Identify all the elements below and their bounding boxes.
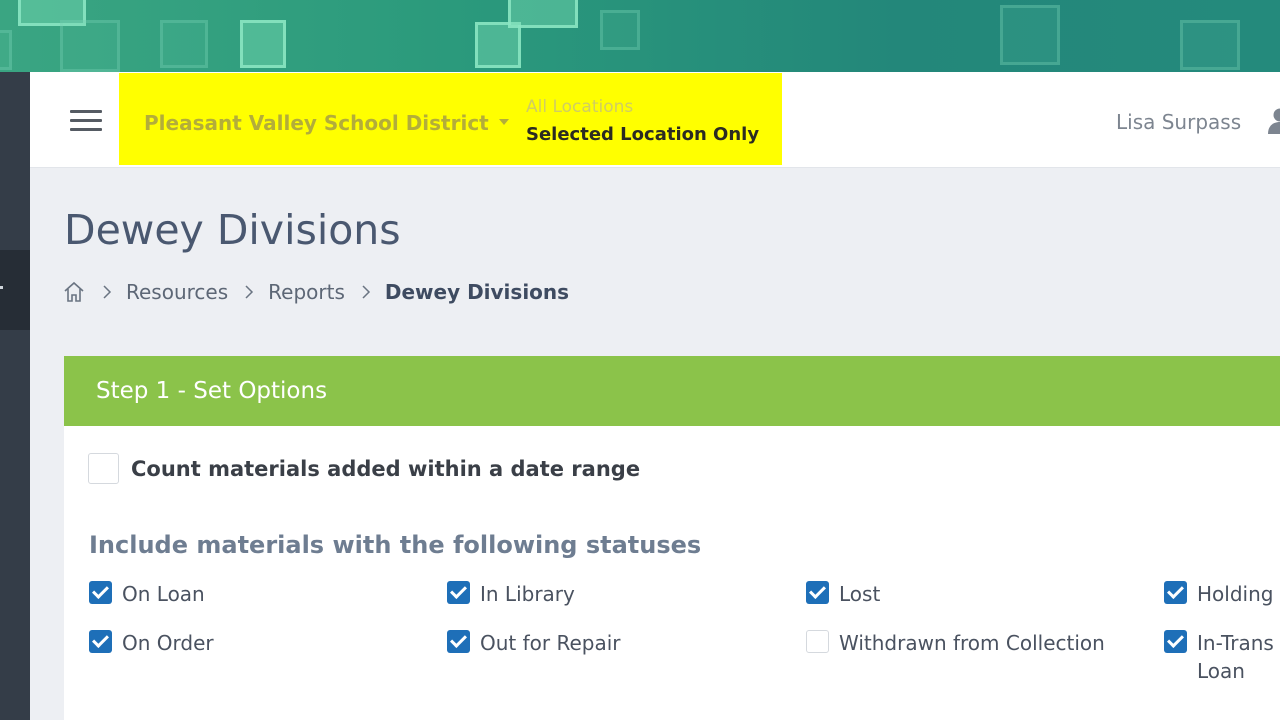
district-name: Pleasant Valley School District xyxy=(144,111,489,135)
status-lost[interactable]: Lost xyxy=(806,580,880,608)
status-label: In Library xyxy=(480,582,575,606)
checkbox[interactable] xyxy=(88,453,119,484)
left-rail xyxy=(0,72,30,720)
breadcrumb-reports[interactable]: Reports xyxy=(268,280,345,304)
status-label: In-Trans Loan xyxy=(1197,631,1274,683)
breadcrumb-resources[interactable]: Resources xyxy=(126,280,228,304)
checkbox-checked[interactable] xyxy=(806,581,829,604)
location-option-all[interactable]: All Locations xyxy=(526,97,633,117)
checkbox-checked[interactable] xyxy=(447,630,470,653)
status-label: Out for Repair xyxy=(480,631,621,655)
date-range-label: Count materials added within a date rang… xyxy=(131,456,641,481)
checkbox-checked[interactable] xyxy=(89,630,112,653)
chevron-right-icon xyxy=(245,285,254,299)
options-panel: Step 1 - Set Options Count materials add… xyxy=(64,356,1280,720)
status-label: Withdrawn from Collection xyxy=(839,631,1105,655)
status-label: Lost xyxy=(839,582,881,606)
status-out-for-repair[interactable]: Out for Repair xyxy=(447,629,621,657)
status-on-loan[interactable]: On Loan xyxy=(89,580,205,608)
rail-active-item[interactable] xyxy=(0,250,30,330)
checkbox-unchecked[interactable] xyxy=(806,630,829,653)
home-icon[interactable] xyxy=(62,280,86,304)
checkbox-checked[interactable] xyxy=(1164,630,1187,653)
status-label: Holding xyxy=(1197,582,1274,606)
status-in-library[interactable]: In Library xyxy=(447,580,575,608)
status-withdrawn[interactable]: Withdrawn from Collection xyxy=(806,629,1105,657)
status-label: On Loan xyxy=(122,582,205,606)
statuses-heading: Include materials with the following sta… xyxy=(89,531,702,559)
checkbox-checked[interactable] xyxy=(89,581,112,604)
chevron-right-icon xyxy=(362,285,370,299)
date-range-checkbox[interactable]: Count materials added within a date rang… xyxy=(88,453,640,484)
location-option-selected[interactable]: Selected Location Only xyxy=(526,124,759,145)
top-banner xyxy=(0,0,1280,72)
status-label: On Order xyxy=(122,631,214,655)
status-holding[interactable]: Holding xyxy=(1164,580,1273,608)
checkbox-checked[interactable] xyxy=(447,581,470,604)
status-in-transit-loan[interactable]: In-Trans Loan xyxy=(1164,629,1274,685)
district-dropdown[interactable]: Pleasant Valley School District xyxy=(144,111,509,135)
chevron-down-icon xyxy=(498,118,509,125)
app-header: Pleasant Valley School District All Loca… xyxy=(30,72,1280,168)
menu-icon[interactable] xyxy=(70,110,102,132)
breadcrumb-current: Dewey Divisions xyxy=(384,280,570,304)
user-name[interactable]: Lisa Surpass xyxy=(1116,110,1241,134)
page-title: Dewey Divisions xyxy=(64,206,401,254)
user-icon[interactable] xyxy=(1266,106,1280,136)
breadcrumb: Resources Reports Dewey Divisions xyxy=(62,278,569,306)
step-header: Step 1 - Set Options xyxy=(64,356,1280,426)
chevron-right-icon xyxy=(103,285,112,299)
checkbox-checked[interactable] xyxy=(1164,581,1187,604)
status-on-order[interactable]: On Order xyxy=(89,629,214,657)
location-selector: Pleasant Valley School District All Loca… xyxy=(119,73,782,165)
